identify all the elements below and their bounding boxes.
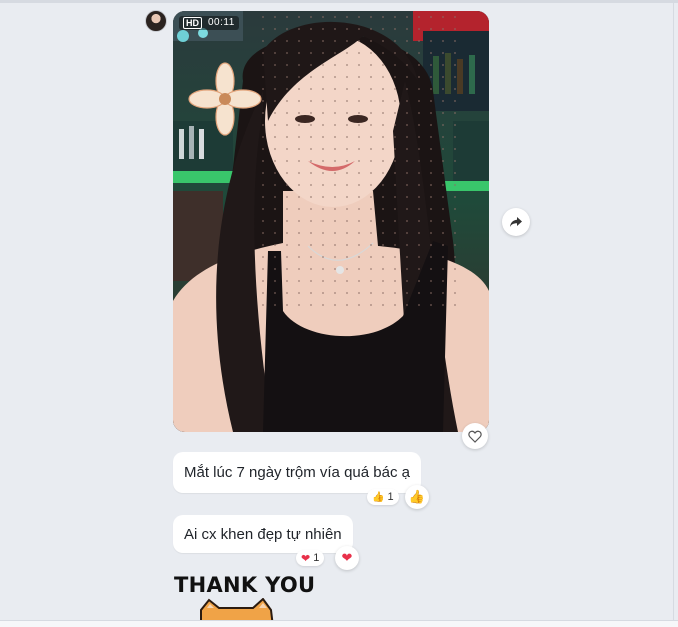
- thumbs-up-icon: 👍: [408, 489, 426, 504]
- reaction-summary[interactable]: 👍 1: [367, 489, 399, 505]
- top-divider: [0, 0, 678, 3]
- heart-icon: ❤: [301, 552, 311, 565]
- heart-icon: ❤: [341, 550, 353, 565]
- reaction-count: 1: [387, 491, 394, 503]
- right-divider: [673, 0, 674, 627]
- video-message[interactable]: HD 00:11: [173, 11, 489, 432]
- react-button[interactable]: ❤: [335, 546, 359, 570]
- video-quality-duration-badge: HD 00:11: [179, 16, 239, 30]
- sender-avatar[interactable]: [145, 10, 167, 32]
- message-bubble[interactable]: Ai cx khen đẹp tự nhiên: [173, 515, 353, 553]
- message-text: Ai cx khen đẹp tự nhiên: [184, 525, 342, 543]
- reaction-count: 1: [313, 552, 320, 564]
- thumbs-up-icon: 👍: [372, 491, 385, 503]
- reaction-summary[interactable]: ❤ 1: [296, 550, 325, 566]
- video-duration: 00:11: [208, 17, 235, 28]
- message-text: Mắt lúc 7 ngày trộm vía quá bác ạ: [184, 464, 410, 481]
- react-button[interactable]: 👍: [405, 485, 429, 509]
- message-bubble[interactable]: Mắt lúc 7 ngày trộm vía quá bác ạ: [173, 452, 421, 493]
- heart-outline-icon[interactable]: [462, 423, 488, 449]
- sticker-text: THANK YOU: [174, 573, 316, 597]
- share-forward-icon[interactable]: [502, 208, 530, 236]
- bottom-divider: [0, 620, 678, 627]
- video-thumbnail: [173, 11, 489, 432]
- hd-label: HD: [183, 17, 202, 29]
